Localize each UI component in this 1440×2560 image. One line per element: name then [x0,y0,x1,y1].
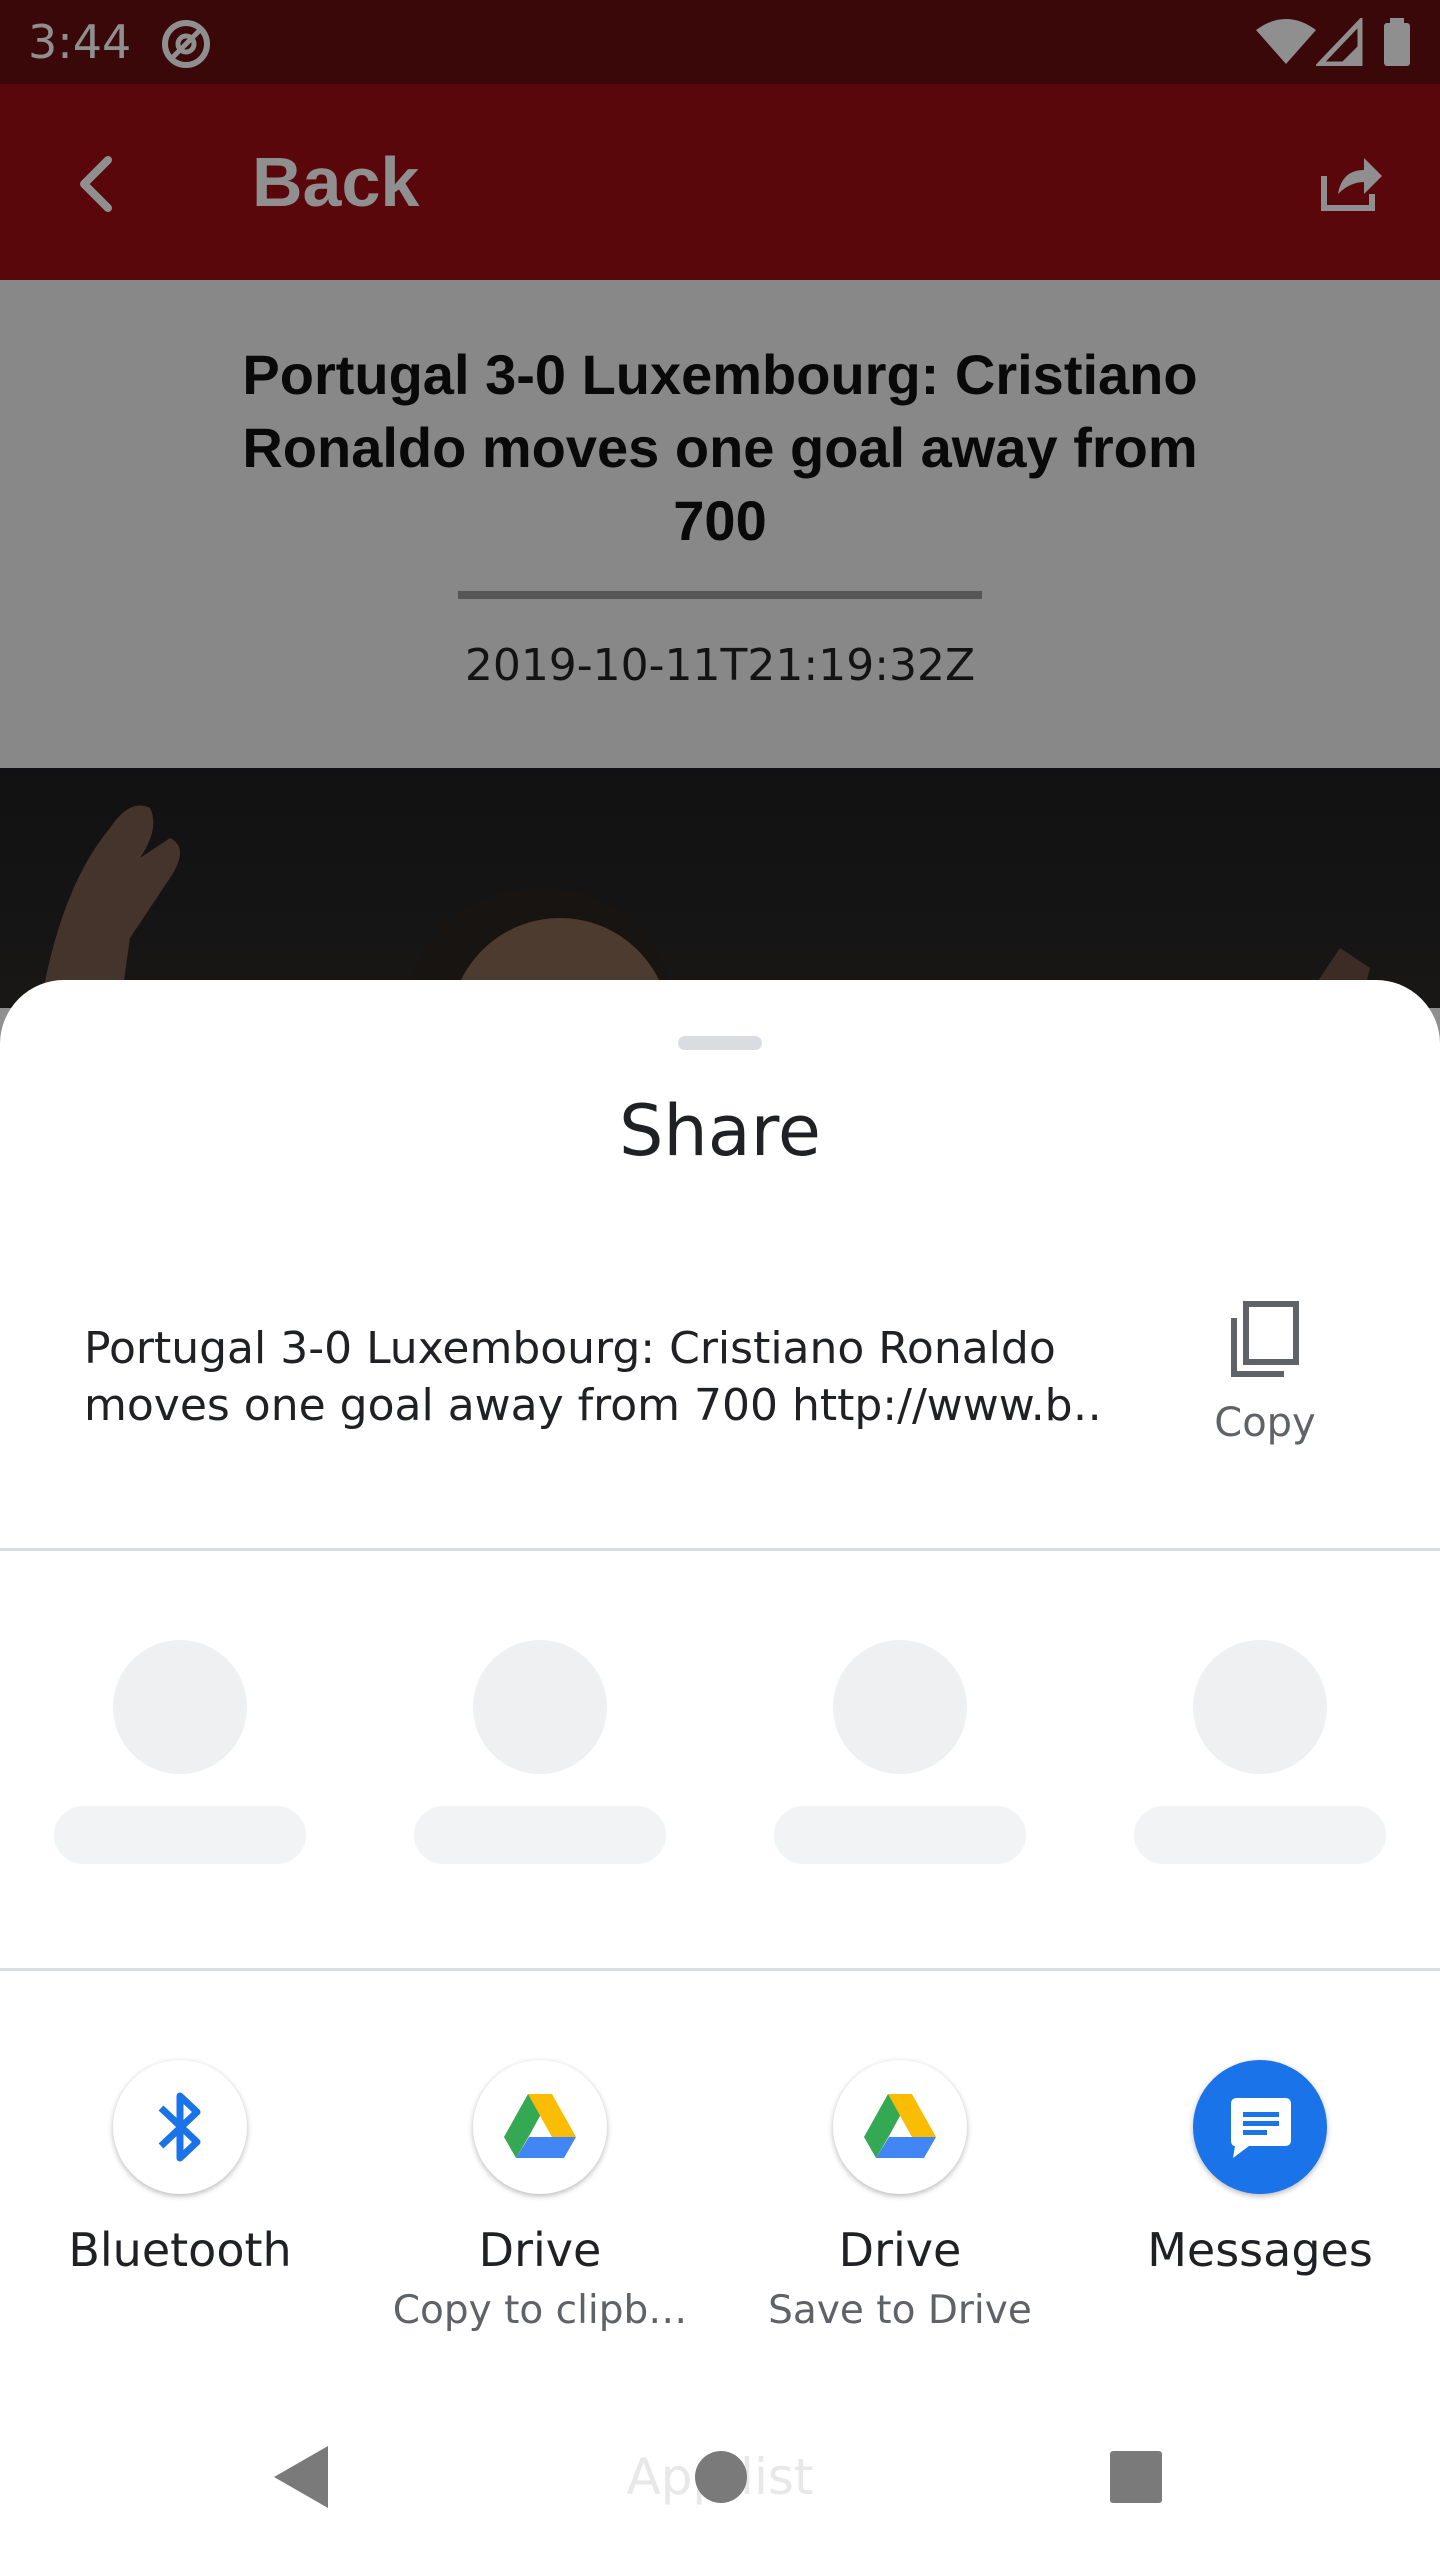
share-target-messages[interactable]: Messages [1080,2060,1440,2360]
drive-icon [473,2060,607,2194]
loading-placeholder [720,1640,1080,1890]
share-target-bluetooth[interactable]: Bluetooth [0,2060,360,2360]
placeholder-avatar [473,1640,607,1774]
preview-line-1: Portugal 3-0 Luxembourg: Cristiano Ronal… [84,1323,1056,1374]
share-target-label: Bluetooth [68,2223,292,2277]
placeholder-avatar [833,1640,967,1774]
copy-button[interactable]: Copy [1190,1300,1340,1450]
placeholder-label [414,1806,666,1864]
placeholder-label [774,1806,1026,1864]
copy-label: Copy [1214,1400,1316,1446]
copy-icon [1226,1300,1304,1387]
back-triangle-icon[interactable] [270,2444,334,2515]
share-target-drive-copy[interactable]: Drive Copy to clipb… [360,2060,720,2360]
share-preview-text: Portugal 3-0 Luxembourg: Cristiano Ronal… [84,1320,1104,1434]
loading-placeholder [0,1640,360,1890]
share-target-drive-save[interactable]: Drive Save to Drive [720,2060,1080,2360]
share-target-sublabel: Copy to clipb… [392,2288,688,2333]
navigation-bar: App list [0,2400,1440,2560]
placeholder-avatar [113,1640,247,1774]
placeholder-label [54,1806,306,1864]
loading-placeholder [1080,1640,1440,1890]
loading-placeholder [360,1640,720,1890]
share-target-label: Drive [838,2223,962,2277]
drive-icon [833,2060,967,2194]
divider-bottom [0,1968,1440,1971]
messages-icon [1193,2060,1327,2194]
share-target-label: Messages [1147,2223,1373,2277]
share-target-sublabel: Save to Drive [768,2288,1032,2333]
recents-square-icon[interactable] [1108,2444,1164,2515]
sheet-title: Share [618,1090,821,1172]
divider-top [0,1548,1440,1551]
drag-handle[interactable] [678,1036,762,1050]
placeholder-avatar [1193,1640,1327,1774]
screen: 3:44 Back Portugal 3-0 Luxembourg: Crist… [0,0,1440,2560]
share-target-label: Drive [478,2223,602,2277]
home-circle-icon[interactable] [694,2444,748,2515]
placeholder-label [1134,1806,1386,1864]
share-sheet: Share Portugal 3-0 Luxembourg: Cristiano… [0,980,1440,2400]
bluetooth-icon [113,2060,247,2194]
preview-line-2: moves one goal away from 700 http://www.… [84,1380,1104,1431]
